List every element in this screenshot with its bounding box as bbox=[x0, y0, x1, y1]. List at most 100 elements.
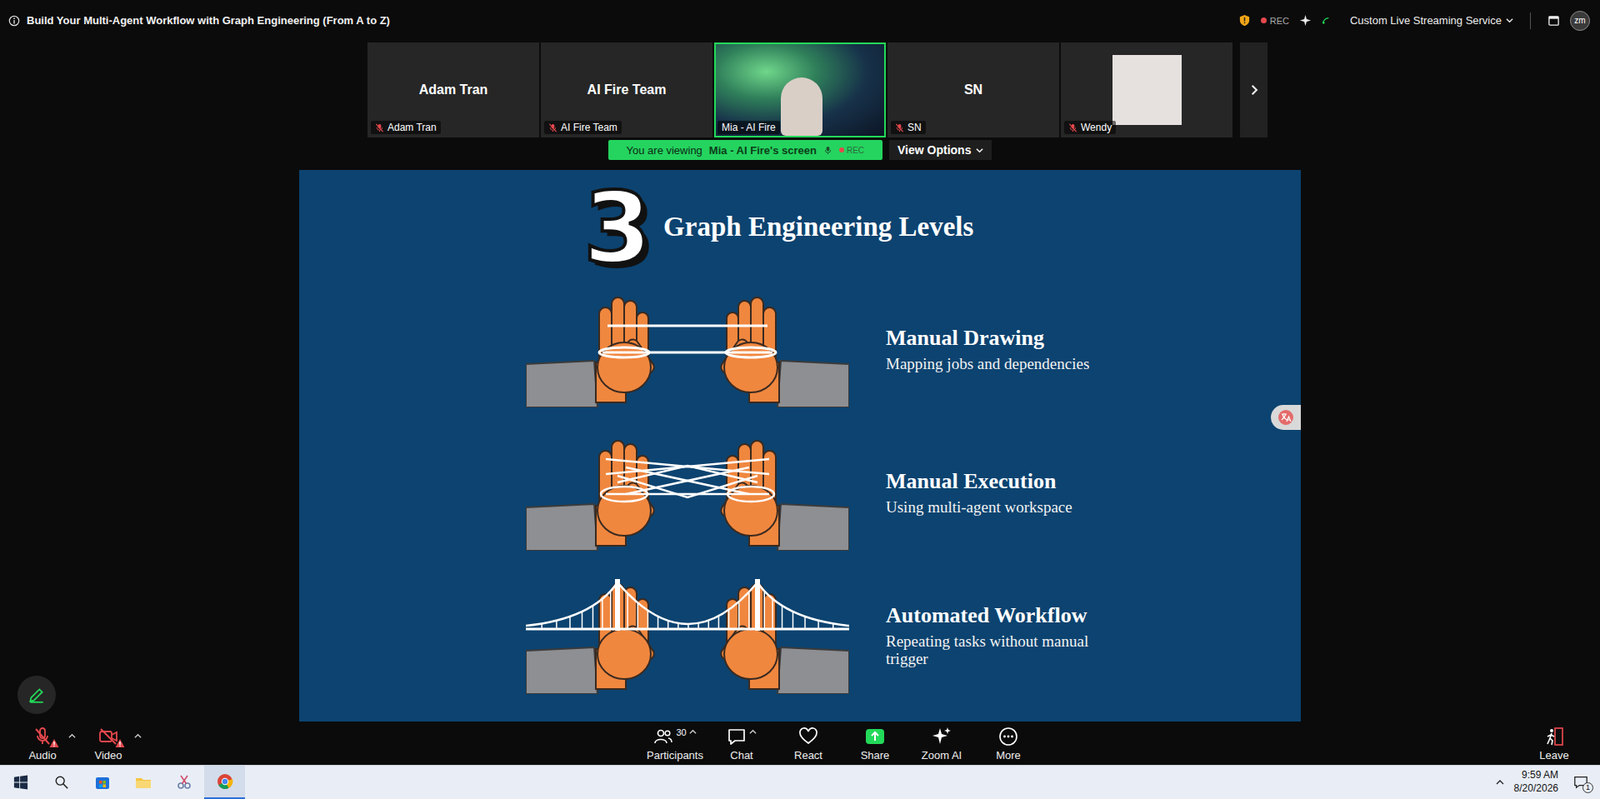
chrome-icon bbox=[216, 773, 234, 790]
slide-number: 3 bbox=[583, 178, 652, 277]
snipping-tool-app[interactable] bbox=[163, 765, 205, 799]
level-title: Automated Workflow bbox=[885, 603, 1128, 629]
search-icon bbox=[54, 775, 70, 790]
meeting-stage: Adam Tran Adam Tran AI Fire TeamAI Fire Te… bbox=[0, 40, 1600, 723]
leave-button[interactable]: Leave bbox=[1521, 726, 1587, 762]
chevron-down-icon bbox=[1505, 16, 1514, 25]
calendar-icon[interactable] bbox=[1547, 14, 1560, 27]
level-row: Manual Execution Using multi-agent worksp… bbox=[525, 434, 1301, 551]
viewing-banner: You are viewingMia - AI Fire's screenREC bbox=[608, 140, 884, 160]
clock[interactable]: 9:59 AM8/20/2026 bbox=[1514, 769, 1559, 795]
level-subtitle: Using multi-agent workspace bbox=[885, 499, 1073, 517]
info-icon[interactable] bbox=[8, 15, 20, 27]
store-icon bbox=[94, 774, 111, 791]
more-button[interactable]: More bbox=[975, 726, 1042, 762]
chevron-right-icon bbox=[1248, 84, 1260, 96]
mic-muted-icon bbox=[548, 123, 558, 133]
notification-count: 1 bbox=[1582, 782, 1594, 794]
search-button[interactable] bbox=[40, 765, 82, 799]
strings-hands-icon bbox=[525, 290, 850, 408]
zoom-meeting-screen: Build Your Multi-Agent Workflow with Gra… bbox=[0, 0, 1600, 799]
slide-title: Graph Engineering Levels bbox=[663, 211, 974, 243]
participant-name: Adam Tran bbox=[419, 82, 489, 98]
leave-door-icon bbox=[1544, 726, 1565, 747]
react-button[interactable]: React bbox=[775, 726, 842, 762]
audio-options-icon[interactable] bbox=[68, 732, 76, 740]
notifications-button[interactable]: 1 bbox=[1568, 770, 1594, 795]
recording-indicator: REC bbox=[1260, 15, 1290, 26]
chat-options-icon[interactable] bbox=[749, 728, 757, 736]
snipping-icon bbox=[175, 774, 193, 791]
shared-slide: 3Graph Engineering LevelsManual DrawingM… bbox=[299, 170, 1301, 722]
sparkle-icon[interactable] bbox=[1299, 14, 1312, 27]
cradle-hands-icon bbox=[525, 434, 850, 551]
meeting-toolbar: AudioVideo 30ParticipantsChatReactShareZo… bbox=[0, 722, 1600, 765]
participant-count: 30 bbox=[675, 727, 686, 738]
chat-bubble-icon bbox=[726, 726, 747, 747]
participant-tile[interactable]: Adam Tran Adam Tran bbox=[367, 42, 540, 138]
shield-icon[interactable] bbox=[1238, 14, 1251, 27]
signal-icon bbox=[1321, 16, 1330, 25]
camera-icon bbox=[98, 726, 119, 747]
participants-options-icon[interactable] bbox=[689, 728, 697, 736]
annotate-button[interactable] bbox=[17, 675, 56, 715]
participant-label: SN bbox=[890, 120, 926, 135]
store-app[interactable] bbox=[81, 765, 123, 799]
pencil-icon bbox=[27, 685, 46, 705]
bridge-hands-icon bbox=[525, 577, 850, 695]
participant-tile[interactable]: SN SN bbox=[887, 42, 1060, 138]
meeting-title: Build Your Multi-Agent Workflow with Gra… bbox=[26, 14, 390, 27]
next-page-button[interactable] bbox=[1240, 42, 1268, 138]
profile-photo bbox=[1112, 55, 1182, 125]
level-subtitle: Repeating tasks without manual trigger bbox=[885, 633, 1128, 669]
separator bbox=[1530, 12, 1531, 30]
level-title: Manual Execution bbox=[885, 469, 1073, 495]
share-button[interactable]: Share bbox=[841, 726, 909, 762]
translate-icon bbox=[1277, 409, 1295, 426]
view-options-button[interactable]: View Options bbox=[889, 140, 992, 160]
mic-muted-icon bbox=[1068, 123, 1078, 133]
microphone-icon bbox=[32, 726, 53, 747]
participant-tile[interactable]: Mia - AI Fire bbox=[714, 42, 886, 138]
participant-tile[interactable]: Wendy bbox=[1060, 42, 1233, 138]
participant-label: Wendy bbox=[1064, 120, 1116, 135]
streaming-service-dropdown[interactable]: Custom Live Streaming Service bbox=[1350, 14, 1514, 27]
title-bar: Build Your Multi-Agent Workflow with Gra… bbox=[0, 0, 1600, 41]
warning-icon bbox=[49, 738, 60, 749]
windows-taskbar: 9:59 AM8/20/2026 1 bbox=[0, 765, 1600, 799]
participant-name: AI Fire Team bbox=[587, 82, 667, 98]
participant-label: Mia - AI Fire bbox=[717, 120, 780, 135]
zoom-ai-button[interactable]: Zoom AI bbox=[908, 726, 975, 762]
chevron-down-icon bbox=[975, 146, 984, 155]
participant-tile[interactable]: AI Fire TeamAI Fire Team bbox=[540, 42, 713, 138]
chat-button[interactable]: Chat bbox=[708, 726, 775, 762]
windows-logo-icon bbox=[13, 775, 29, 790]
audio-button[interactable]: Audio bbox=[13, 726, 72, 762]
people-icon bbox=[653, 726, 674, 747]
ai-sparkle-icon bbox=[931, 726, 952, 747]
folder-icon bbox=[135, 774, 152, 791]
file-explorer-app[interactable] bbox=[122, 765, 164, 799]
mic-icon bbox=[823, 145, 833, 155]
more-dots-icon bbox=[998, 726, 1019, 747]
video-options-icon[interactable] bbox=[134, 732, 142, 740]
level-row: Manual Drawing Mapping jobs and dependenc… bbox=[525, 290, 1301, 408]
participant-name: SN bbox=[964, 82, 983, 98]
participant-label: Adam Tran bbox=[370, 120, 441, 135]
mic-muted-icon bbox=[895, 123, 905, 133]
video-button[interactable]: Video bbox=[79, 726, 138, 762]
level-row: Automated Workflow Repeating tasks withou… bbox=[525, 577, 1301, 695]
level-subtitle: Mapping jobs and dependencies bbox=[885, 355, 1090, 374]
level-title: Manual Drawing bbox=[885, 325, 1090, 351]
mic-muted-icon bbox=[375, 123, 385, 133]
show-hidden-icons-icon[interactable] bbox=[1495, 778, 1505, 787]
translate-button[interactable] bbox=[1270, 405, 1301, 430]
heart-icon bbox=[798, 726, 819, 747]
warning-icon bbox=[115, 738, 125, 749]
participants-button[interactable]: 30Participants bbox=[641, 726, 709, 762]
participant-strip: Adam Tran Adam Tran AI Fire TeamAI Fire Te… bbox=[367, 42, 1233, 138]
user-avatar[interactable]: zm bbox=[1570, 10, 1590, 31]
start-button[interactable] bbox=[0, 765, 41, 799]
chrome-app[interactable] bbox=[204, 765, 245, 799]
share-screen-icon bbox=[865, 726, 885, 747]
